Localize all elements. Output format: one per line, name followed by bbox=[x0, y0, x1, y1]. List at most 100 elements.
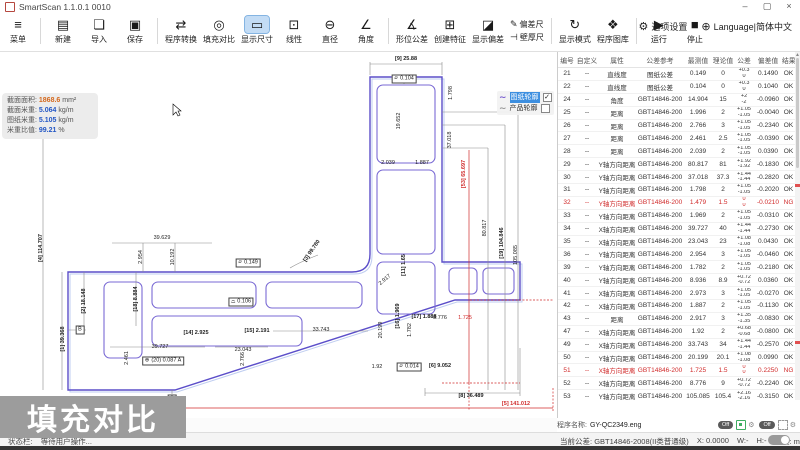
table-cell: GBT14846-200 bbox=[636, 380, 684, 387]
section-info-panel: 截面面积: 1868.6 mm²截面米重: 5.064 kg/m图纸米重: 5.… bbox=[2, 93, 98, 139]
toggle-off-2[interactable]: Off bbox=[759, 421, 774, 429]
table-cell: GBT14846-200 bbox=[636, 264, 684, 271]
column-header[interactable]: 理论值 bbox=[712, 55, 734, 65]
table-row[interactable]: 32--Y轴方向距离GBT14846-2001.4791.500-0.0210N… bbox=[558, 197, 800, 210]
dimension-label: 105.085 bbox=[513, 245, 519, 265]
result-cell: OK bbox=[782, 96, 795, 103]
column-header[interactable]: 结果 bbox=[782, 55, 795, 65]
crop-frame-icon[interactable] bbox=[778, 420, 788, 430]
result-cell: OK bbox=[782, 83, 795, 90]
layer-checkbox[interactable]: ✓ bbox=[543, 93, 552, 102]
result-cell: NG bbox=[782, 199, 795, 206]
table-row[interactable]: 47--X轴方向距离GBT14846-2001.922+0.68-0.68-0.… bbox=[558, 326, 800, 339]
table-row[interactable]: 24--角度GBT14846-20014.90415+2-2-0.0960OK bbox=[558, 94, 800, 107]
table-row[interactable]: 27--距离GBT14846-2002.4612.5+1.05-1.05-0.0… bbox=[558, 132, 800, 145]
table-cell: -- bbox=[576, 161, 598, 168]
column-header[interactable]: 公差参考 bbox=[636, 55, 684, 65]
gear-icon[interactable]: ⚙ bbox=[790, 421, 796, 429]
table-cell: X轴方向距离 bbox=[598, 288, 636, 298]
table-cell: -- bbox=[576, 315, 598, 322]
table-cell: 1.5 bbox=[712, 367, 734, 374]
toolbar-button-display-mode[interactable]: ↻显示模式 bbox=[559, 16, 591, 45]
deviation-cell: -0.0270 bbox=[754, 290, 782, 297]
table-cell: -- bbox=[576, 238, 598, 245]
table-row[interactable]: 26--距离GBT14846-2002.7663+1.05-1.05-0.234… bbox=[558, 120, 800, 133]
deviation-cell: -0.2240 bbox=[754, 380, 782, 387]
column-header[interactable]: 自定义 bbox=[576, 55, 598, 65]
column-header[interactable]: 偏差值 bbox=[754, 55, 782, 65]
table-row[interactable]: 21--直线度图纸公差0.1490+0.300.1490OK bbox=[558, 68, 800, 81]
table-row[interactable]: 22--直线度图纸公差0.1040+0.300.1040OK bbox=[558, 81, 800, 94]
table-row[interactable]: 40--Y轴方向距离GBT14846-2008.9368.9+0.72-0.72… bbox=[558, 274, 800, 287]
table-row[interactable]: 25--距离GBT14846-2001.9962+1.05-1.05-0.004… bbox=[558, 107, 800, 120]
table-cell: 42 bbox=[558, 302, 576, 309]
table-cell: 1.996 bbox=[684, 109, 712, 116]
gear-icon[interactable]: ⚙ bbox=[748, 421, 754, 429]
layer-toggle-drawing-contour[interactable]: ∼图纸轮廓✓ bbox=[499, 92, 552, 103]
table-row[interactable]: 36--Y轴方向距离GBT14846-2002.9543+1.05-1.05-0… bbox=[558, 248, 800, 261]
scrollbar-thumb[interactable] bbox=[796, 58, 799, 168]
table-row[interactable]: 35--X轴方向距离GBT14846-20023.04323+1.08-1.08… bbox=[558, 236, 800, 249]
language-button[interactable]: ⊕Language|简体中文 bbox=[701, 20, 792, 33]
table-cell: GBT14846-200 bbox=[636, 122, 684, 129]
table-row[interactable]: 34--X轴方向距离GBT14846-20039.72740+1.44-1.44… bbox=[558, 223, 800, 236]
table-row[interactable]: 30--Y轴方向距离GBT14846-20037.01837.3+1.44-1.… bbox=[558, 171, 800, 184]
table-row[interactable]: 41--X轴方向距离GBT14846-2002.9733+1.05-1.05-0… bbox=[558, 287, 800, 300]
table-row[interactable]: 51--X轴方向距离GBT14846-2001.7251.5000.2250NG bbox=[558, 364, 800, 377]
result-cell: OK bbox=[782, 290, 795, 297]
table-cell: 31 bbox=[558, 186, 576, 193]
deviation-cell: 0.1040 bbox=[754, 83, 782, 90]
table-cell: 角度 bbox=[598, 95, 636, 105]
tolerance-cell: +1.44-1.44 bbox=[734, 223, 754, 234]
table-row[interactable]: 50--Y轴方向距离GBT14846-20020.19920.1+1.08-1.… bbox=[558, 352, 800, 365]
layer-checkbox[interactable] bbox=[541, 104, 550, 113]
table-cell: -- bbox=[576, 328, 598, 335]
table-row[interactable]: 28--距离GBT14846-2002.0392+1.05-1.050.0390… bbox=[558, 145, 800, 158]
table-row[interactable]: 42--X轴方向距离GBT14846-2001.8872+1.05-1.05-0… bbox=[558, 300, 800, 313]
minimize-button[interactable]: – bbox=[734, 0, 756, 13]
table-row[interactable]: 53--Y轴方向距离GBT14846-200105.085105.4+2.16-… bbox=[558, 390, 800, 401]
table-row[interactable]: 49--X轴方向距离GBT14846-20033.74334+1.44-1.44… bbox=[558, 339, 800, 352]
drawing-canvas[interactable]: 截面面积: 1868.6 mm²截面米重: 5.064 kg/m图纸米重: 5.… bbox=[0, 52, 557, 418]
table-body: 21--直线度图纸公差0.1490+0.300.1490OK22--直线度图纸公… bbox=[558, 68, 800, 401]
toolbar-label: 选项设置 bbox=[651, 20, 687, 33]
table-row[interactable]: 31--Y轴方向距离GBT14846-2001.7982+1.05-1.05-0… bbox=[558, 184, 800, 197]
layer-toggle-product-contour[interactable]: ∼产品轮廓 bbox=[499, 103, 552, 114]
table-row[interactable]: 52--X轴方向距离GBT14846-2008.7769+0.72-0.72-0… bbox=[558, 377, 800, 390]
table-cell: -- bbox=[576, 251, 598, 258]
table-cell: 33 bbox=[558, 212, 576, 219]
dimension-labels: [9] 25.88⌭0.1041.79819.65237.0182.0391.8… bbox=[0, 0, 557, 418]
result-cell: OK bbox=[782, 264, 795, 271]
table-row[interactable]: 33--Y轴方向距离GBT14846-2001.9692+1.05-1.05-0… bbox=[558, 210, 800, 223]
options-settings-button[interactable]: ⚙选项设置 bbox=[639, 20, 688, 33]
tolerance-cell: +1.05-1.05 bbox=[734, 249, 754, 260]
table-row[interactable]: 43--距离GBT14846-2002.9173+1.35-1.35-0.083… bbox=[558, 313, 800, 326]
toggle-off-1[interactable]: Off bbox=[718, 421, 733, 429]
table-row[interactable]: 39--Y轴方向距离GBT14846-2001.7822+1.05-1.05-0… bbox=[558, 261, 800, 274]
table-cell: 0 bbox=[712, 83, 734, 90]
table-cell: GBT14846-200 bbox=[636, 290, 684, 297]
column-header[interactable]: 公差 bbox=[734, 55, 754, 65]
table-cell: GBT14846-200 bbox=[636, 225, 684, 232]
toolbar-button-program-gallery[interactable]: ❖程序图库 bbox=[597, 16, 629, 45]
table-cell: 40 bbox=[712, 225, 734, 232]
table-cell: 8.936 bbox=[684, 277, 712, 284]
deviation-cell: -0.2180 bbox=[754, 264, 782, 271]
table-cell: 29 bbox=[558, 161, 576, 168]
dimension-label: 39.727 bbox=[152, 344, 169, 350]
table-cell: 1.887 bbox=[684, 302, 712, 309]
frame-green-icon[interactable] bbox=[736, 420, 746, 430]
column-header[interactable]: 属性 bbox=[598, 55, 636, 65]
column-header[interactable]: 编号 bbox=[558, 55, 576, 65]
maximize-button[interactable]: ▢ bbox=[756, 0, 778, 13]
unit-toggle-switch[interactable] bbox=[768, 435, 790, 445]
table-cell: 1.782 bbox=[684, 264, 712, 271]
table-scrollbar[interactable]: ▲ bbox=[795, 52, 800, 400]
close-button[interactable]: × bbox=[778, 0, 800, 13]
dimension-label: [19] 104.846 bbox=[499, 227, 505, 258]
column-header[interactable]: 最测值 bbox=[684, 55, 712, 65]
table-cell: 2 bbox=[712, 109, 734, 116]
table-cell: GBT14846-200 bbox=[636, 109, 684, 116]
table-cell: -- bbox=[576, 393, 598, 400]
table-row[interactable]: 29--Y轴方向距离GBT14846-20080.81781+1.92-1.92… bbox=[558, 158, 800, 171]
